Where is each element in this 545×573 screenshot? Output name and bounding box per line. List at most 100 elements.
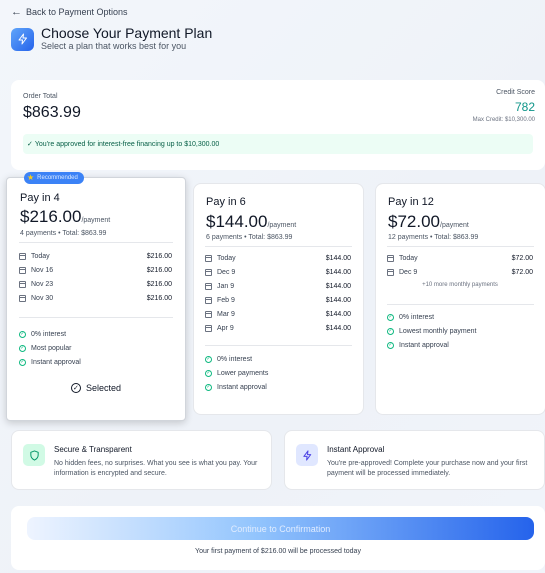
schedule-amount: $216.00 (146, 294, 172, 302)
selected-indicator[interactable]: ✓ Selected (7, 383, 185, 393)
back-link[interactable]: ← Back to Payment Options (11, 5, 128, 18)
plan-price-unit: /payment (440, 222, 469, 229)
credit-score-label: Credit Score (496, 89, 535, 96)
plan-meta: 6 payments • Total: $863.99 (206, 234, 293, 241)
plan-price-value: $144.00 (206, 212, 268, 231)
check-circle-icon: ✓ (205, 369, 212, 377)
schedule-row: Dec 9 $72.00 (387, 265, 533, 279)
check-circle-icon: ✓ (70, 383, 81, 393)
check-circle-icon: ✓ (19, 330, 26, 338)
feature-item: ✓ Lowest monthly payment (387, 324, 476, 338)
selected-label: Selected (85, 383, 122, 393)
schedule-date: Nov 30 (31, 294, 54, 302)
schedule-amount: $72.00 (511, 254, 533, 262)
calendar-icon (205, 282, 212, 290)
order-total-label: Order Total (23, 93, 58, 100)
divider (387, 246, 534, 247)
schedule-row: Today $144.00 (205, 251, 351, 265)
check-circle-icon: ✓ (19, 358, 26, 366)
calendar-icon (205, 268, 212, 276)
info-card-secure: Secure & Transparent No hidden fees, no … (11, 430, 272, 490)
plan-name: Pay in 12 (388, 196, 434, 208)
schedule-amount: $216.00 (146, 252, 172, 260)
first-payment-note: Your first payment of $216.00 will be pr… (195, 548, 361, 555)
order-total-value: $863.99 (23, 104, 81, 121)
schedule-date: Jan 9 (217, 282, 235, 290)
plan-name: Pay in 6 (206, 196, 246, 208)
continue-button[interactable]: Continue to Confirmation (27, 517, 534, 540)
schedule-date: Nov 23 (31, 280, 54, 288)
plan-price-value: $216.00 (20, 207, 82, 226)
plan-features: ✓ 0% interest ✓ Most popular ✓ Instant appr… (19, 327, 81, 369)
payment-schedule: Today $144.00 Dec 9 $144.00 Jan 9 $144.00 F… (205, 251, 351, 335)
check-circle-icon: ✓ (205, 355, 212, 363)
schedule-row: Mar 9 $144.00 (205, 307, 351, 321)
schedule-amount: $144.00 (325, 310, 351, 318)
page-title: Choose Your Payment Plan (41, 25, 213, 41)
plan-card-pay-in-6[interactable]: Pay in 6 $144.00/payment 6 payments • To… (193, 183, 364, 415)
plan-features: ✓ 0% interest ✓ Lower payments ✓ Instant ap… (205, 352, 268, 394)
plan-meta: 4 payments • Total: $863.99 (20, 230, 107, 237)
schedule-row: Today $72.00 (387, 251, 533, 265)
feature-item: ✓ Lower payments (205, 366, 268, 380)
schedule-row: Dec 9 $144.00 (205, 265, 351, 279)
schedule-amount: $144.00 (325, 282, 351, 290)
payment-schedule: Today $216.00 Nov 16 $216.00 Nov 23 $216.00… (19, 249, 172, 305)
plan-price-unit: /payment (267, 222, 297, 229)
feature-item: ✓ Instant approval (19, 355, 81, 369)
feature-label: 0% interest (399, 313, 435, 321)
checkout-footer: Continue to Confirmation Your first paym… (11, 506, 545, 570)
calendar-icon (205, 324, 212, 332)
divider (19, 317, 173, 318)
info-title: Secure & Transparent (54, 445, 132, 454)
schedule-row: Apr 9 $144.00 (205, 321, 351, 335)
divider (19, 242, 173, 243)
schedule-date: Mar 9 (217, 310, 235, 318)
calendar-icon (205, 254, 212, 262)
schedule-row: Today $216.00 (19, 249, 172, 263)
schedule-date: Apr 9 (217, 324, 234, 332)
feature-item: ✓ 0% interest (19, 327, 81, 341)
feature-item: ✓ Most popular (19, 341, 81, 355)
lightning-icon (296, 444, 318, 466)
schedule-date: Feb 9 (217, 296, 235, 304)
max-credit: Max Credit: $10,300.00 (472, 117, 535, 123)
plan-features: ✓ 0% interest ✓ Lowest monthly payment ✓ In… (387, 310, 476, 352)
schedule-row: Feb 9 $144.00 (205, 293, 351, 307)
schedule-amount: $144.00 (325, 254, 351, 262)
schedule-row: Nov 16 $216.00 (19, 263, 172, 277)
shield-icon (23, 444, 45, 466)
feature-item: ✓ 0% interest (387, 310, 476, 324)
star-icon: ★ (27, 173, 35, 182)
plan-card-pay-in-4[interactable]: ★ Recommended Pay in 4 $216.00/payment 4… (6, 172, 186, 421)
calendar-icon (19, 252, 26, 260)
arrow-left-icon: ← (11, 5, 22, 18)
schedule-amount: $216.00 (146, 266, 172, 274)
more-payments-note: +10 more monthly payments (422, 282, 498, 288)
schedule-amount: $144.00 (325, 324, 351, 332)
schedule-amount: $144.00 (325, 296, 351, 304)
badge-label: Recommended (37, 175, 78, 181)
calendar-icon (387, 268, 394, 276)
recommended-badge: ★ Recommended (24, 172, 84, 184)
feature-label: 0% interest (217, 355, 253, 363)
plan-price-unit: /payment (81, 217, 111, 224)
divider (205, 345, 352, 346)
lightning-icon (11, 27, 34, 51)
payment-schedule: Today $72.00 Dec 9 $72.00 +10 more monthly… (387, 251, 533, 291)
plan-price: $72.00/payment (388, 212, 469, 232)
plan-card-pay-in-12[interactable]: Pay in 12 $72.00/payment 12 payments • T… (375, 183, 545, 415)
check-circle-icon: ✓ (387, 327, 394, 335)
check-circle-icon: ✓ (387, 341, 394, 349)
calendar-icon (19, 266, 26, 274)
feature-label: Lower payments (217, 369, 269, 377)
feature-label: Instant approval (217, 383, 267, 391)
page-header: Choose Your Payment Plan Select a plan t… (11, 26, 212, 52)
check-circle-icon: ✓ (205, 383, 212, 391)
plan-meta: 12 payments • Total: $863.99 (388, 234, 479, 241)
page-subtitle: Select a plan that works best for you (41, 41, 187, 51)
back-link-label: Back to Payment Options (26, 7, 128, 17)
divider (205, 246, 352, 247)
plan-price: $216.00/payment (20, 207, 110, 227)
schedule-row: Nov 30 $216.00 (19, 291, 172, 305)
